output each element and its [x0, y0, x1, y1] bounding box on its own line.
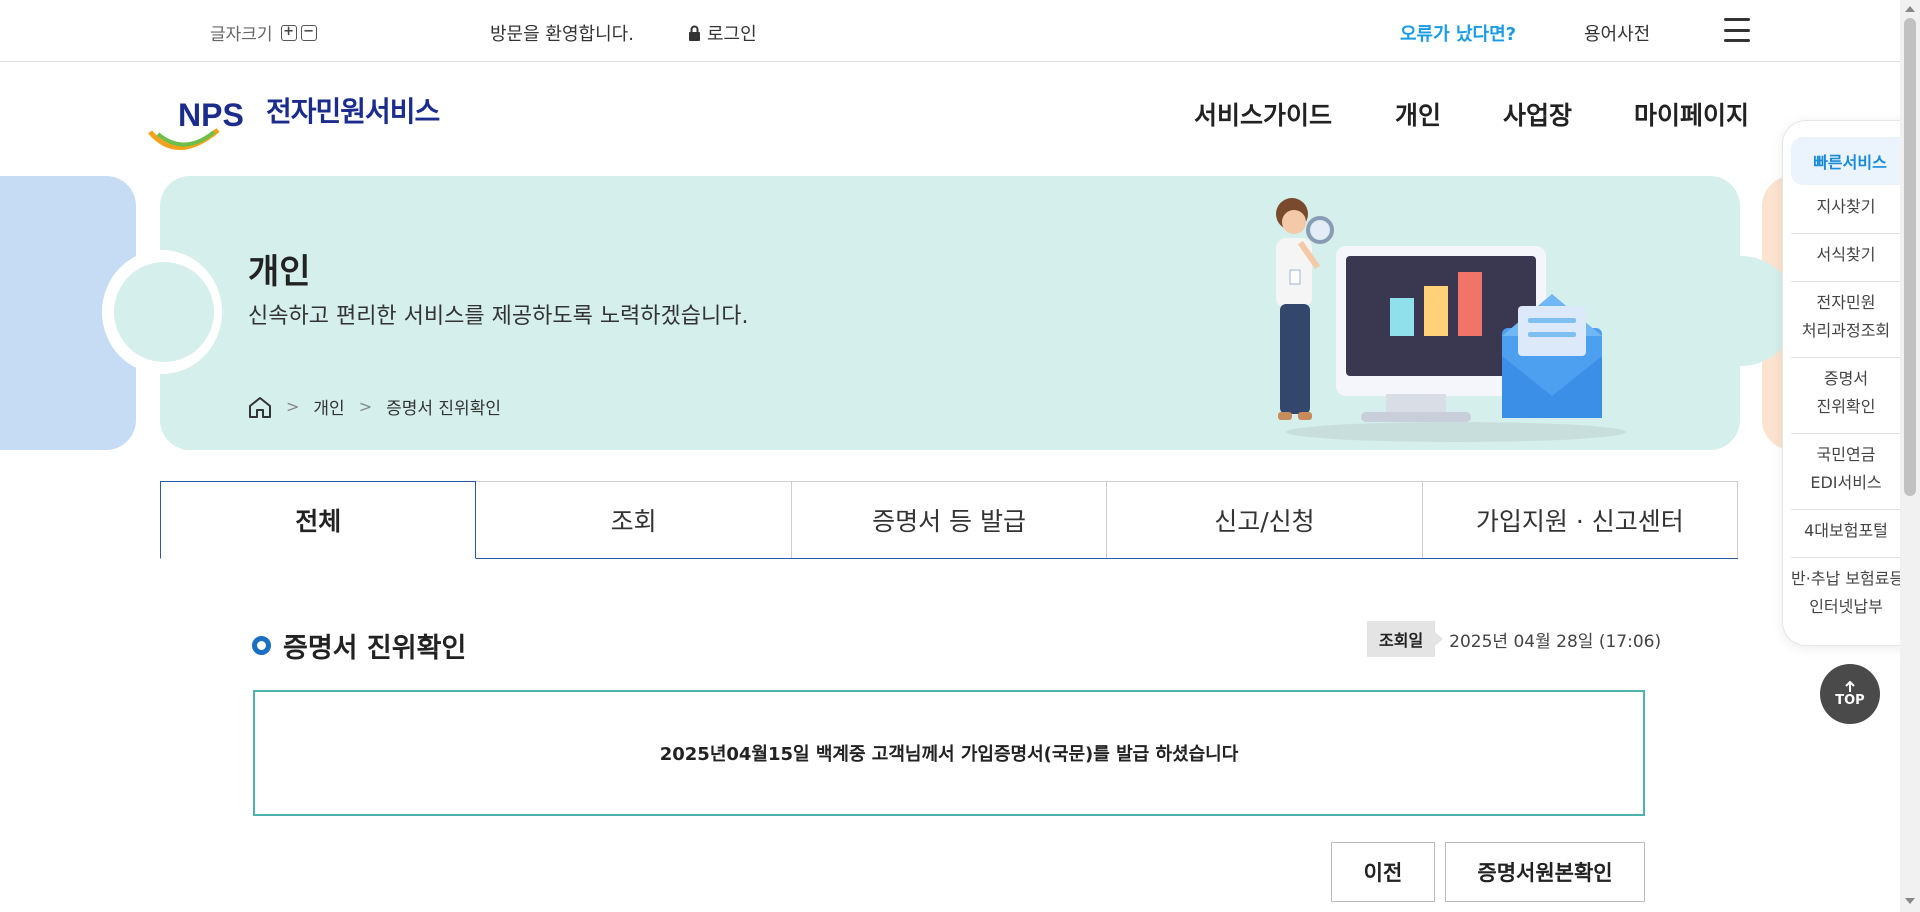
page-title: 개인 [248, 252, 311, 292]
nav-service-guide[interactable]: 서비스가이드 [1194, 96, 1332, 132]
tab-all[interactable]: 전체 [160, 481, 477, 559]
quick-item-edi[interactable]: 국민연금 EDI서비스 [1791, 441, 1900, 497]
home-icon[interactable] [248, 396, 272, 418]
scroll-top-label: TOP [1835, 692, 1865, 708]
page-subtitle: 신속하고 편리한 서비스를 제공하도록 노력하겠습니다. [248, 304, 749, 329]
divider [1791, 509, 1900, 510]
nav-mypage[interactable]: 마이페이지 [1634, 96, 1749, 132]
lock-icon [689, 25, 700, 41]
quick-item-label: 전자민원 [1816, 293, 1876, 312]
divider [1791, 557, 1900, 558]
breadcrumb-separator: > [358, 397, 373, 416]
nav-business[interactable]: 사업장 [1503, 96, 1572, 132]
quick-item-label: 4대보험포털 [1804, 521, 1888, 540]
quick-item-label: 국민연금 [1816, 445, 1876, 464]
scroll-down-icon[interactable] [1905, 898, 1915, 904]
tab-certificate-issue[interactable]: 증명서 등 발급 [791, 481, 1108, 558]
quick-item-form-finder[interactable]: 서식찾기 [1791, 241, 1900, 269]
section-title-text: 증명서 진위확인 [283, 633, 467, 664]
breadcrumb-item-personal[interactable]: 개인 [313, 394, 344, 419]
quick-item-process-status[interactable]: 전자민원 처리과정조회 [1791, 289, 1900, 345]
divider [1791, 433, 1900, 434]
quick-item-internet-payment[interactable]: 반·추납 보험료등 인터넷납부 [1791, 565, 1900, 621]
quick-item-label: 서식찾기 [1816, 245, 1876, 264]
bullet-icon [252, 636, 271, 655]
prev-button[interactable]: 이전 [1331, 842, 1435, 902]
breadcrumb: > 개인 > 증명서 진위확인 [248, 394, 501, 419]
quick-item-label: 지사찾기 [1816, 197, 1876, 216]
arrow-up-icon [1845, 680, 1855, 692]
tab-support-center[interactable]: 가입지원 · 신고센터 [1422, 481, 1739, 558]
divider [1791, 357, 1900, 358]
breadcrumb-separator: > [286, 397, 300, 416]
quick-item-label: 증명서 [1823, 369, 1869, 388]
verification-result: 2025년04월15일 백계중 고객님께서 가입증명서(국문)를 발급 하셨습니… [253, 690, 1645, 816]
category-tabs: 전체 조회 증명서 등 발급 신고/신청 가입지원 · 신고센터 [160, 481, 1739, 559]
breadcrumb-item-current: 증명서 진위확인 [386, 399, 501, 419]
inquiry-date: 조회일 2025년 04월 28일 (17:06) [1367, 621, 1661, 657]
scroll-top-button[interactable]: TOP [1820, 664, 1880, 724]
menu-icon[interactable] [1724, 18, 1750, 42]
nav-personal[interactable]: 개인 [1395, 96, 1441, 132]
logo-letters: NPS [178, 97, 244, 133]
verification-message: 2025년04월15일 백계중 고객님께서 가입증명서(국문)를 발급 하셨습니… [659, 744, 1239, 765]
login-link[interactable]: 로그인 [688, 20, 757, 46]
quick-item-insurance-portal[interactable]: 4대보험포털 [1791, 517, 1900, 545]
banner-illustration [1276, 198, 1626, 442]
site-title: 전자민원서비스 [266, 95, 440, 128]
quick-item-label: 인터넷납부 [1809, 597, 1883, 616]
font-increase-button[interactable]: + [280, 24, 297, 41]
divider [1791, 281, 1900, 282]
section-title: 증명서 진위확인 [252, 626, 466, 665]
glossary-link[interactable]: 용어사전 [1584, 20, 1650, 46]
font-decrease-button[interactable]: − [300, 24, 317, 41]
tab-inquiry[interactable]: 조회 [476, 481, 792, 558]
site-logo[interactable]: NPS 전자민원서비스 [148, 92, 440, 150]
utility-bar: 글자크기 + − 방문을 환영합니다. 로그인 오류가 났다면? 용어사전 [0, 0, 1900, 62]
banner-decoration [114, 262, 214, 362]
welcome-text: 방문을 환영합니다. [490, 24, 634, 45]
verify-original-button[interactable]: 증명서원본확인 [1445, 842, 1645, 902]
login-label: 로그인 [707, 24, 757, 45]
tab-report-apply[interactable]: 신고/신청 [1107, 481, 1423, 558]
quick-item-certificate-verify[interactable]: 증명서 진위확인 [1791, 365, 1900, 421]
quick-item-label: 처리과정조회 [1801, 321, 1891, 340]
font-size-label: 글자크기 [210, 25, 273, 45]
page: 글자크기 + − 방문을 환영합니다. 로그인 오류가 났다면? 용어사전 NP… [0, 0, 1900, 912]
scroll-up-icon[interactable] [1905, 6, 1915, 12]
inquiry-date-label: 조회일 [1367, 621, 1444, 657]
nps-logo-mark: NPS [148, 92, 258, 150]
quick-item-label: 진위확인 [1816, 397, 1876, 416]
scrollbar-thumb[interactable] [1904, 18, 1916, 496]
quick-item-label: EDI서비스 [1810, 473, 1882, 492]
font-size-control: 글자크기 + − [210, 20, 317, 45]
quick-menu: 빠른서비스 지사찾기 서식찾기 전자민원 처리과정조회 증명서 진위확인 국민연… [1782, 120, 1900, 646]
divider [1791, 233, 1900, 234]
inquiry-date-value: 2025년 04월 28일 (17:06) [1449, 631, 1662, 652]
error-report-link[interactable]: 오류가 났다면? [1400, 20, 1516, 46]
quick-menu-title: 빠른서비스 [1791, 137, 1900, 185]
quick-item-label: 반·추납 보험료등 [1791, 569, 1900, 588]
quick-item-branch-finder[interactable]: 지사찾기 [1791, 193, 1900, 221]
page-scrollbar[interactable] [1900, 0, 1920, 912]
